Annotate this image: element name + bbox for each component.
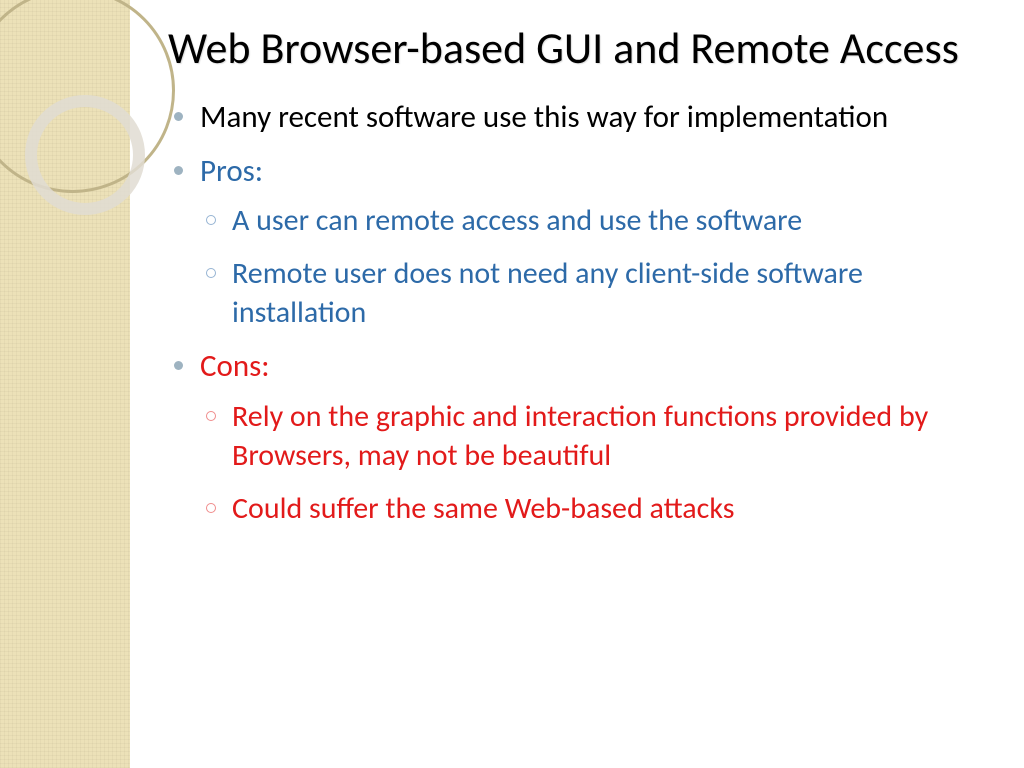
list-item: Remote user does not need any client-sid… (200, 254, 984, 332)
bullet-text: Rely on the graphic and interaction func… (232, 398, 928, 474)
bullet-label: Pros: (200, 152, 263, 190)
list-item: Could suffer the same Web-based attacks (200, 489, 984, 528)
bullet-text: Many recent software use this way for im… (200, 98, 888, 136)
slide-content: Web Browser-based GUI and Remote Access … (130, 0, 1024, 542)
bullet-intro: Many recent software use this way for im… (168, 97, 984, 137)
bullet-text: Remote user does not need any client-sid… (232, 255, 863, 331)
slide-title: Web Browser-based GUI and Remote Access (168, 22, 984, 75)
bullet-list: Many recent software use this way for im… (168, 97, 984, 528)
list-item: Rely on the graphic and interaction func… (200, 397, 984, 475)
pros-sub-list: A user can remote access and use the sof… (200, 201, 984, 332)
bullet-label: Cons: (200, 347, 270, 385)
bullet-pros: Pros: A user can remote access and use t… (168, 151, 984, 332)
decorative-circle-small (25, 95, 145, 215)
bullet-text: Could suffer the same Web-based attacks (232, 490, 734, 527)
bullet-text: A user can remote access and use the sof… (232, 202, 802, 239)
bullet-cons: Cons: Rely on the graphic and interactio… (168, 346, 984, 527)
list-item: A user can remote access and use the sof… (200, 201, 984, 240)
cons-sub-list: Rely on the graphic and interaction func… (200, 397, 984, 528)
